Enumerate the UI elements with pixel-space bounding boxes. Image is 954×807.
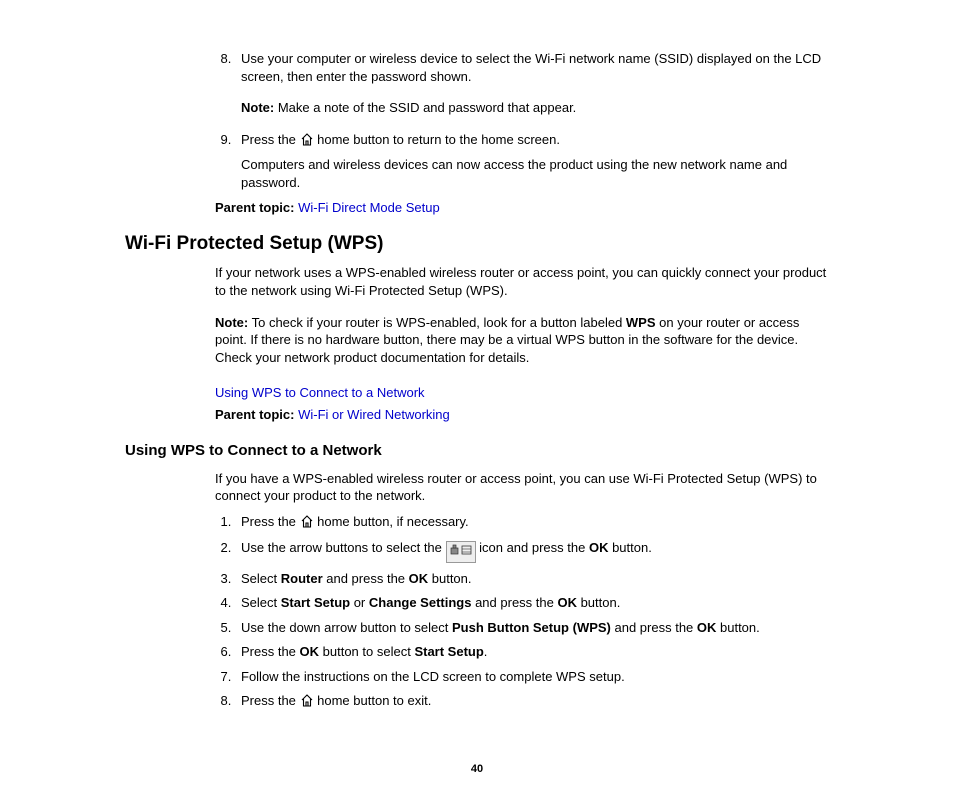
using-step-1: Press the home button, if necessary. xyxy=(235,513,829,533)
text: button. xyxy=(608,540,651,555)
home-icon xyxy=(300,133,314,151)
using-step-2: Use the arrow buttons to select the icon… xyxy=(235,539,829,563)
text: Use the arrow buttons to select the xyxy=(241,540,446,555)
step-9-post: home button to return to the home screen… xyxy=(314,132,560,147)
using-step-5: Use the down arrow button to select Push… xyxy=(235,619,829,637)
text: . xyxy=(484,644,488,659)
change-settings-label: Change Settings xyxy=(369,595,472,610)
text: button to select xyxy=(319,644,414,659)
ok-label: OK xyxy=(697,620,717,635)
note-label: Note: xyxy=(215,315,248,330)
text: and press the xyxy=(323,571,409,586)
text: Press the xyxy=(241,693,300,708)
text: Press the xyxy=(241,514,300,529)
text: and press the xyxy=(471,595,557,610)
note-text: Make a note of the SSID and password tha… xyxy=(274,100,576,115)
step-8-text: Use your computer or wireless device to … xyxy=(241,51,821,84)
heading-using-wps: Using WPS to Connect to a Network xyxy=(125,441,829,461)
parent-topic-link-networking[interactable]: Wi-Fi or Wired Networking xyxy=(298,407,450,422)
text: button. xyxy=(716,620,759,635)
link-using-wps[interactable]: Using WPS to Connect to a Network xyxy=(215,385,425,400)
text: home button, if necessary. xyxy=(314,514,469,529)
note-label: Note: xyxy=(241,100,274,115)
using-step-7: Follow the instructions on the LCD scree… xyxy=(235,668,829,686)
step-9-body: Computers and wireless devices can now a… xyxy=(241,156,829,191)
wps-note: Note: To check if your router is WPS-ena… xyxy=(215,314,829,367)
text: button. xyxy=(428,571,471,586)
wps-section-body: If your network uses a WPS-enabled wirel… xyxy=(215,264,829,423)
text: Select xyxy=(241,595,281,610)
text: Select xyxy=(241,571,281,586)
text: home button to exit. xyxy=(314,693,432,708)
using-step-3: Select Router and press the OK button. xyxy=(235,570,829,588)
network-icon xyxy=(446,541,476,563)
top-continued-list: Use your computer or wireless device to … xyxy=(215,50,829,217)
text: and press the xyxy=(611,620,697,635)
parent-topic-label: Parent topic: xyxy=(215,407,298,422)
using-wps-intro: If you have a WPS-enabled wireless route… xyxy=(215,470,829,505)
text: or xyxy=(350,595,369,610)
ok-label: OK xyxy=(557,595,577,610)
using-step-6: Press the OK button to select Start Setu… xyxy=(235,643,829,661)
page-number: 40 xyxy=(125,762,829,777)
start-setup-label: Start Setup xyxy=(281,595,350,610)
ok-label: OK xyxy=(300,644,320,659)
ok-label: OK xyxy=(589,540,609,555)
wps-note-bold: WPS xyxy=(626,315,656,330)
using-wps-body: If you have a WPS-enabled wireless route… xyxy=(215,470,829,712)
ok-label: OK xyxy=(409,571,429,586)
router-label: Router xyxy=(281,571,323,586)
using-step-4: Select Start Setup or Change Settings an… xyxy=(235,594,829,612)
text: button. xyxy=(577,595,620,610)
home-icon xyxy=(300,694,314,712)
start-setup-label: Start Setup xyxy=(414,644,483,659)
wps-note-pre: To check if your router is WPS-enabled, … xyxy=(248,315,626,330)
step-8: Use your computer or wireless device to … xyxy=(235,50,829,117)
parent-topic-2: Parent topic: Wi-Fi or Wired Networking xyxy=(215,406,829,424)
wps-intro: If your network uses a WPS-enabled wirel… xyxy=(215,264,829,299)
text: Press the xyxy=(241,644,300,659)
push-button-label: Push Button Setup (WPS) xyxy=(452,620,611,635)
parent-topic-link-wifi-direct[interactable]: Wi-Fi Direct Mode Setup xyxy=(298,200,440,215)
parent-topic-1: Parent topic: Wi-Fi Direct Mode Setup xyxy=(215,199,829,217)
step-9: Press the home button to return to the h… xyxy=(235,131,829,192)
using-step-8: Press the home button to exit. xyxy=(235,692,829,712)
home-icon xyxy=(300,515,314,533)
heading-wps: Wi-Fi Protected Setup (WPS) xyxy=(125,231,829,257)
step-8-note: Note: Make a note of the SSID and passwo… xyxy=(241,99,829,117)
step-9-pre: Press the xyxy=(241,132,300,147)
parent-topic-label: Parent topic: xyxy=(215,200,298,215)
text: Use the down arrow button to select xyxy=(241,620,452,635)
text: icon and press the xyxy=(476,540,589,555)
